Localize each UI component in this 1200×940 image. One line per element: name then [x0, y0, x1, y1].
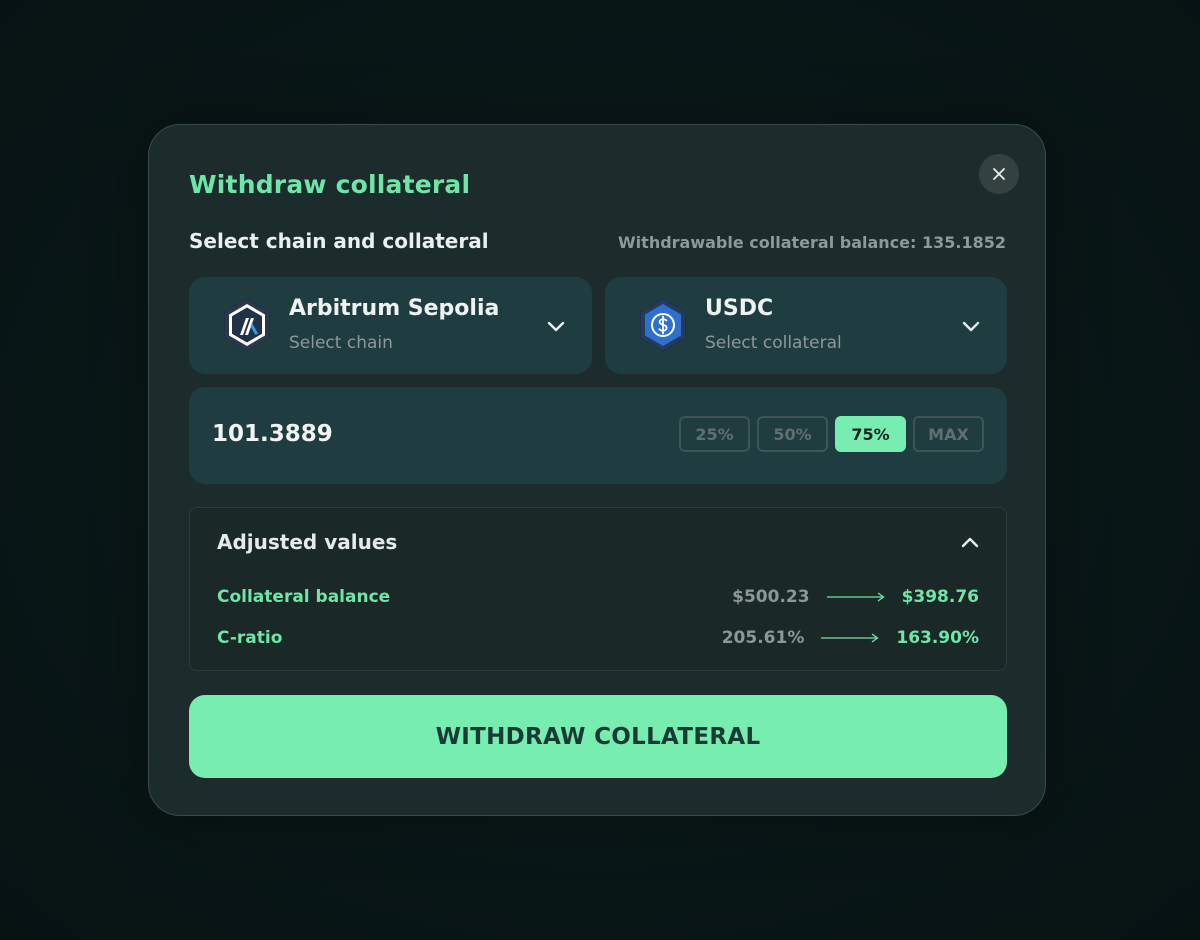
chevron-down-icon [962, 321, 980, 332]
chevron-down-icon [547, 321, 565, 332]
select-chain-collateral-label: Select chain and collateral [189, 229, 489, 253]
arrow-right-icon [826, 592, 885, 602]
collateral-selector[interactable]: USDC Select collateral [605, 277, 1007, 374]
amount-input-container: 25% 50% 75% MAX [189, 387, 1007, 484]
withdrawable-balance: Withdrawable collateral balance: 135.185… [618, 233, 1006, 252]
selected-collateral-name: USDC [705, 296, 774, 321]
amount-input[interactable] [212, 421, 512, 447]
selected-chain-name: Arbitrum Sepolia [289, 296, 500, 321]
percent-75-button[interactable]: 75% [835, 416, 906, 452]
withdraw-collateral-modal: Withdraw collateral Select chain and col… [148, 124, 1046, 816]
adjusted-row-values: 205.61% 163.90% [722, 628, 979, 648]
percent-25-button[interactable]: 25% [679, 416, 750, 452]
select-collateral-hint: Select collateral [705, 333, 842, 353]
new-value: 163.90% [896, 628, 979, 648]
arbitrum-icon [224, 298, 270, 352]
percent-options: 25% 50% 75% MAX [679, 416, 984, 452]
modal-title: Withdraw collateral [189, 170, 471, 199]
adjusted-row-label: Collateral balance [217, 587, 391, 607]
close-button[interactable] [979, 154, 1019, 194]
adjusted-row-label: C-ratio [217, 628, 283, 648]
previous-value: $500.23 [732, 587, 810, 607]
chain-selector[interactable]: Arbitrum Sepolia Select chain [189, 277, 592, 374]
new-value: $398.76 [901, 587, 979, 607]
adjusted-values-title: Adjusted values [217, 530, 398, 554]
percent-50-button[interactable]: 50% [757, 416, 828, 452]
usdc-icon [640, 298, 686, 352]
adjusted-values-panel: Adjusted values Collateral balance $500.… [189, 507, 1007, 671]
arrow-right-icon [821, 633, 879, 643]
close-icon [993, 168, 1005, 180]
adjusted-row-c-ratio: C-ratio 205.61% 163.90% [217, 628, 979, 652]
percent-max-button[interactable]: MAX [913, 416, 984, 452]
adjusted-row-values: $500.23 $398.76 [732, 587, 979, 607]
select-chain-hint: Select chain [289, 333, 393, 353]
adjusted-row-collateral-balance: Collateral balance $500.23 $398.76 [217, 587, 979, 611]
withdraw-collateral-button[interactable]: WITHDRAW COLLATERAL [189, 695, 1007, 778]
chevron-up-icon[interactable] [959, 532, 981, 554]
previous-value: 205.61% [721, 628, 805, 648]
